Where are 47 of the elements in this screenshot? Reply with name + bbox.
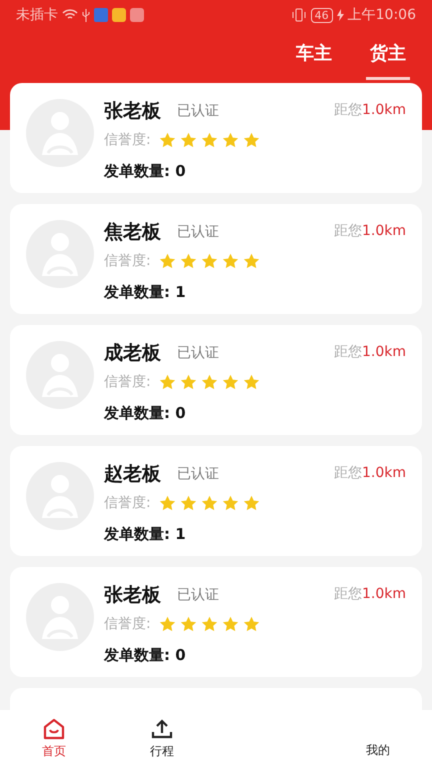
verified-label: 已认证 [177,222,219,242]
usb-icon [82,8,90,22]
order-count: 发单数量: 0 [104,404,186,422]
nav-tab[interactable]: 行程 [108,710,216,768]
rating-label: 信誉度: [104,252,151,270]
owner-name: 赵老板 [104,462,161,487]
vibrate-icon [290,8,307,22]
verified-label: 已认证 [177,586,219,605]
rating-label: 信誉度: [104,494,151,512]
verified-label: 已认证 [177,102,219,121]
wifi-icon [62,9,78,21]
owner-name: 张老板 [104,99,161,124]
carrier-text: 未插卡 [16,6,58,24]
owner-name: 张老板 [104,583,161,608]
distance-text: 距您1.0km [334,222,406,241]
home-icon [43,718,65,740]
order-count: 发单数量: 0 [104,646,186,664]
order-count: 发单数量: 0 [104,162,186,180]
owner-card[interactable]: 张老板 已认证 距您1.0km 信誉度: 发单数量: 0 [10,567,422,677]
tab[interactable]: 货主 [366,34,410,80]
verified-label: 已认证 [177,464,219,484]
app-icon [94,8,108,22]
nav-tab[interactable]: 首页 [0,710,108,768]
app-icon [112,8,126,22]
verified-label: 已认证 [177,344,219,363]
distance-text: 距您1.0km [334,464,406,483]
distance-text: 距您1.0km [334,585,406,604]
owner-card[interactable]: 赵老板 已认证 距您1.0km 信誉度: 发单数量: 1 [10,446,422,556]
battery-level: 46 [310,8,333,22]
owner-name: 成老板 [104,341,161,366]
rating-label: 信誉度: [104,372,151,392]
tab[interactable]: 车主 [292,34,336,80]
upload-icon [151,718,173,740]
nav-tab[interactable]: 我的 [324,710,432,768]
owner-card[interactable]: 张老板 已认证 距您1.0km 信誉度: 发单数量: 0 [10,83,422,193]
order-count: 发单数量: 1 [104,524,186,542]
rating-label: 信誉度: [104,130,151,150]
owner-card[interactable]: 成老板 已认证 距您1.0km 信誉度: 发单数量: 0 [10,325,422,435]
distance-text: 距您1.0km [334,343,406,362]
order-count: 发单数量: 1 [104,282,186,300]
app-icon [130,8,144,22]
owner-name: 焦老板 [104,220,161,245]
rating-label: 信誉度: [104,614,151,634]
charging-icon [336,9,344,21]
owner-card[interactable]: 焦老板 已认证 距您1.0km 信誉度: 发单数量: 1 [10,204,422,314]
clock-time: 上午10:06 [348,6,416,24]
distance-text: 距您1.0km [334,101,406,120]
